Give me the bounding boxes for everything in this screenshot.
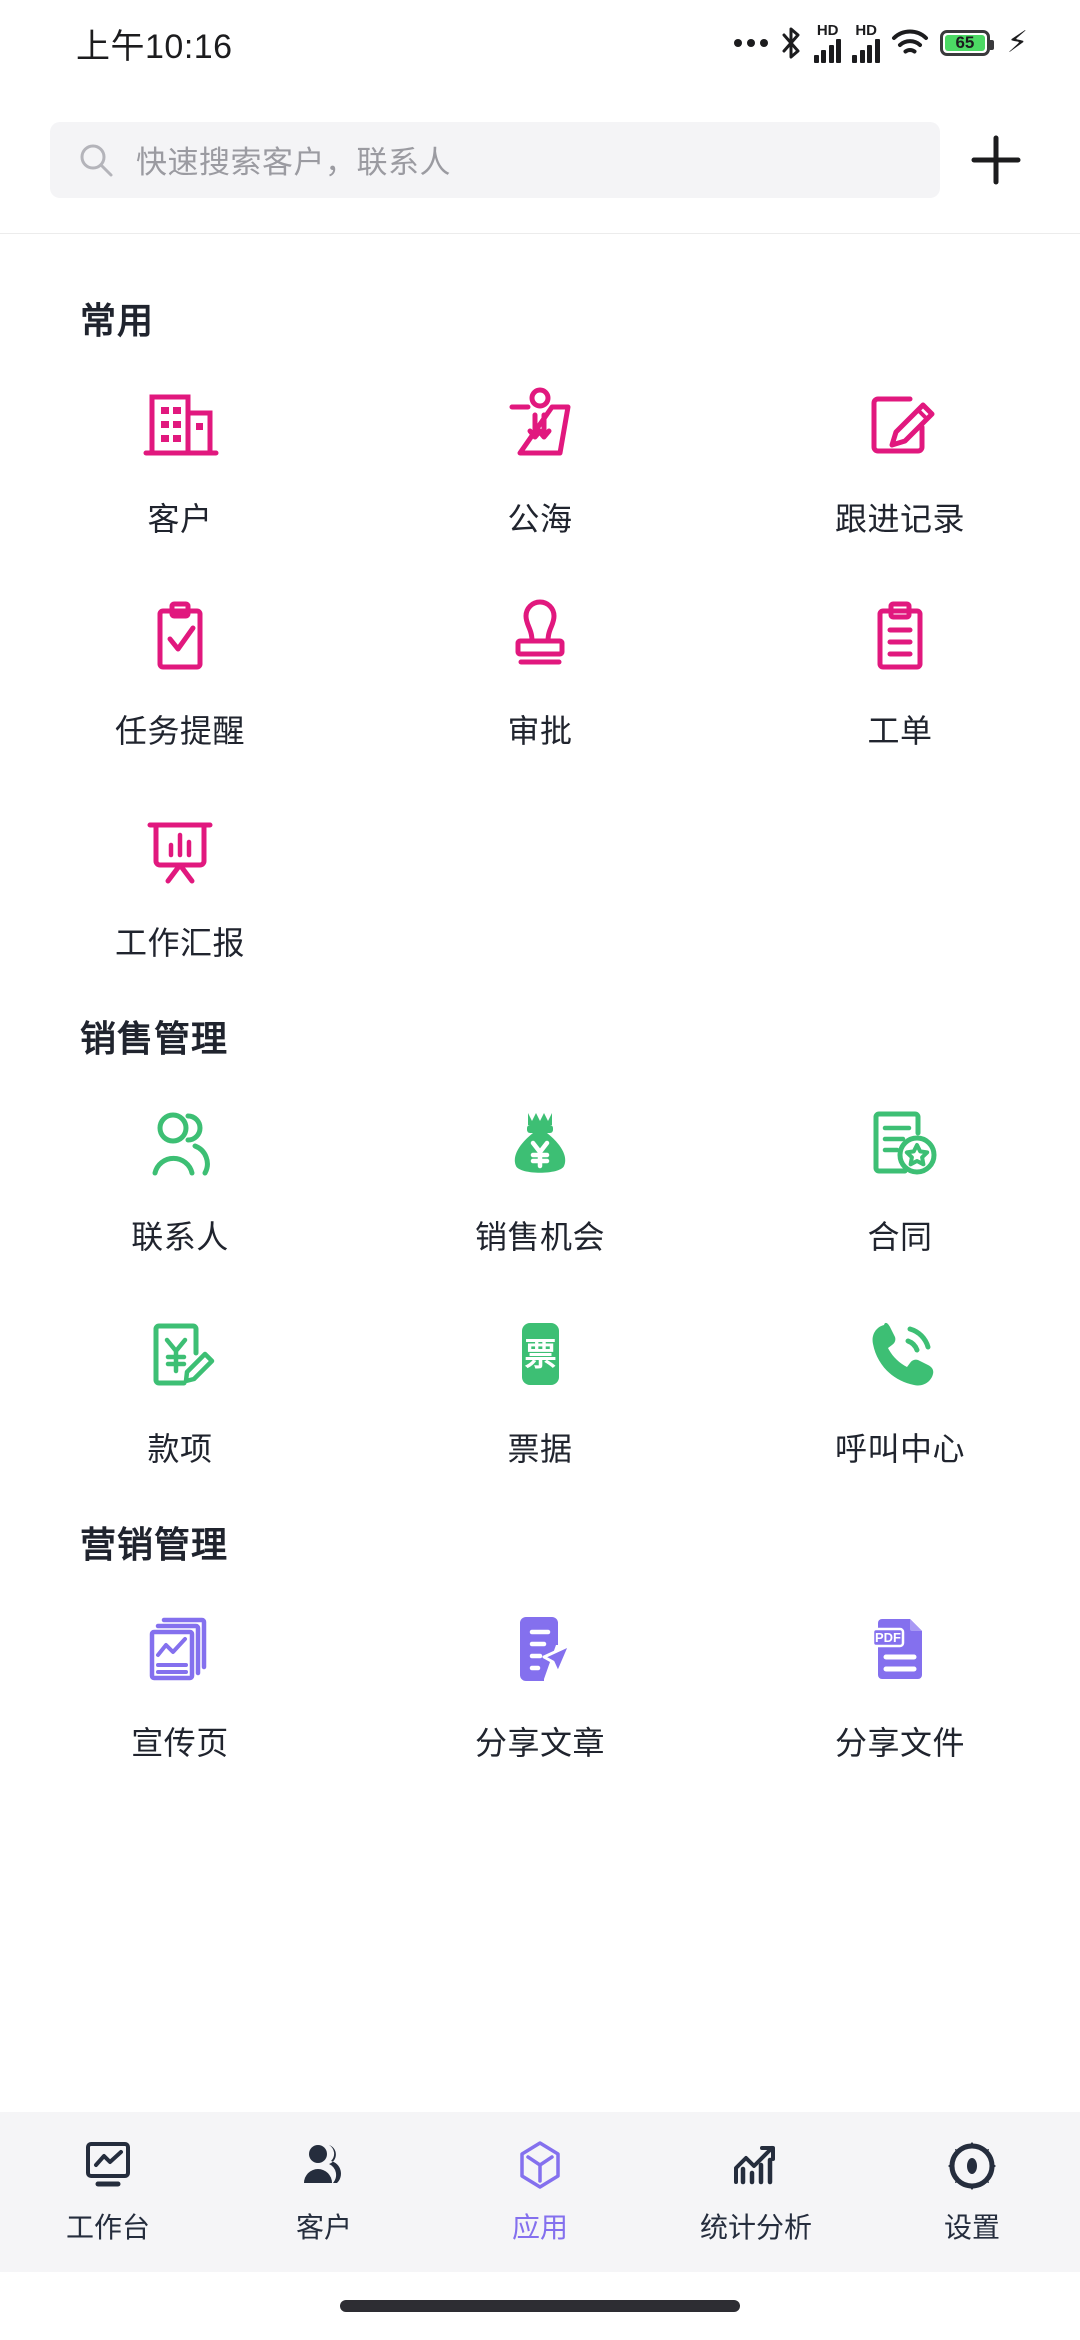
app-item-contract[interactable]: 合同 xyxy=(720,1062,1080,1258)
signal-hd-icon: HD xyxy=(813,22,842,63)
search-bar: 快速搜索客户，联系人 xyxy=(0,86,1080,234)
gear-icon xyxy=(948,2142,996,2190)
app-label: 公海 xyxy=(507,501,573,537)
bottom-navigation: 工作台 客户 应用 统计分析 设置 xyxy=(0,2112,1080,2272)
clipboard-lines-icon xyxy=(860,594,940,680)
clipboard-check-icon xyxy=(140,594,220,680)
grid-common: 客户 公海 跟进记录 任务提醒 审批 工单 工作汇报 xyxy=(0,344,1080,964)
dashboard-monitor-icon xyxy=(86,2142,130,2187)
app-item-work-order[interactable]: 工单 xyxy=(720,556,1080,752)
app-item-call-center[interactable]: 呼叫中心 xyxy=(720,1274,1080,1470)
apps-cube-icon xyxy=(520,2141,560,2189)
customers-people-icon xyxy=(304,2145,341,2183)
grid-sales: 联系人 销售机会 合同 款项 票 票据 呼叫中心 xyxy=(0,1062,1080,1470)
app-item-public-pool[interactable]: 公海 xyxy=(360,344,720,540)
battery-percent: 65 xyxy=(955,33,975,52)
app-item-share-file[interactable]: PDF 分享文件 xyxy=(720,1568,1080,1764)
bottom-navigation-wrap: 工作台 客户 应用 统计分析 设置 xyxy=(0,2112,1080,2340)
status-bar: 上午10:16 HD HD 65 ⚡ xyxy=(0,0,1080,86)
app-item-invoice[interactable]: 票 票据 xyxy=(360,1274,720,1470)
app-label: 客户 xyxy=(147,501,213,537)
app-label: 审批 xyxy=(507,713,573,749)
app-item-share-article[interactable]: 分享文章 xyxy=(360,1568,720,1764)
app-label: 宣传页 xyxy=(131,1725,229,1761)
share-article-icon xyxy=(500,1606,580,1692)
app-item-opportunity[interactable]: 销售机会 xyxy=(360,1062,720,1258)
app-sections: 常用 客户 公海 跟进记录 任务提醒 审批 工单 工作汇报 销售管理 联系人 销… xyxy=(0,234,1080,2112)
app-label: 呼叫中心 xyxy=(834,1431,965,1467)
search-placeholder: 快速搜索客户，联系人 xyxy=(136,145,451,180)
nav-label: 应用 xyxy=(511,2212,568,2243)
app-item-flyer[interactable]: 宣传页 xyxy=(0,1568,360,1764)
plus-icon xyxy=(971,135,1021,184)
section-title-marketing: 营销管理 xyxy=(80,1524,229,1565)
public-pool-icon xyxy=(500,382,580,468)
app-item-payment[interactable]: 款项 xyxy=(0,1274,360,1470)
nav-label: 设置 xyxy=(943,2212,1000,2243)
wifi-icon xyxy=(891,29,928,54)
search-input[interactable]: 快速搜索客户，联系人 xyxy=(50,121,940,198)
app-item-customers[interactable]: 客户 xyxy=(0,344,360,540)
svg-text:PDF: PDF xyxy=(875,1630,901,1645)
hd-label-1: HD xyxy=(816,22,839,39)
stamp-icon xyxy=(500,594,580,680)
app-label: 合同 xyxy=(867,1219,933,1255)
app-label: 分享文章 xyxy=(474,1725,605,1761)
app-item-task-reminder[interactable]: 任务提醒 xyxy=(0,556,360,752)
charging-bolt-icon: ⚡ xyxy=(1006,26,1028,59)
app-item-work-report[interactable]: 工作汇报 xyxy=(0,768,360,964)
bluetooth-icon xyxy=(782,27,800,59)
nav-item-workbench[interactable]: 工作台 xyxy=(0,2138,216,2246)
app-label: 票据 xyxy=(507,1431,573,1467)
section-title-common: 常用 xyxy=(80,300,155,341)
building-icon xyxy=(140,382,220,468)
app-label: 销售机会 xyxy=(474,1219,605,1255)
app-item-approval[interactable]: 审批 xyxy=(360,556,720,752)
nav-item-customers[interactable]: 客户 xyxy=(216,2138,432,2246)
hd-label-2: HD xyxy=(855,22,877,39)
invoice-icon: 票 xyxy=(500,1312,580,1398)
app-label: 联系人 xyxy=(131,1219,229,1255)
app-item-follow-up[interactable]: 跟进记录 xyxy=(720,344,1080,540)
section-marketing: 营销管理 宣传页 分享文章 PDF 分享文件 xyxy=(0,1516,1080,1764)
add-button[interactable] xyxy=(948,112,1044,208)
home-indicator[interactable] xyxy=(340,2300,740,2312)
section-sales: 销售管理 联系人 销售机会 合同 款项 票 票据 呼叫中心 xyxy=(0,1010,1080,1470)
svg-text:票: 票 xyxy=(524,1336,556,1372)
nav-item-settings[interactable]: 设置 xyxy=(864,2138,1080,2246)
pdf-file-icon: PDF xyxy=(860,1606,940,1692)
app-item-contacts[interactable]: 联系人 xyxy=(0,1062,360,1258)
app-screen: 上午10:16 HD HD 65 ⚡ 快速搜索客户，联系人 常用 客户 公海 跟… xyxy=(0,0,1080,2340)
status-icons: HD HD 65 ⚡ xyxy=(733,22,1028,63)
people-icon xyxy=(140,1100,220,1186)
grid-marketing: 宣传页 分享文章 PDF 分享文件 xyxy=(0,1568,1080,1764)
app-label: 款项 xyxy=(147,1431,213,1467)
flyer-chart-icon xyxy=(140,1606,220,1692)
section-title-sales: 销售管理 xyxy=(80,1018,229,1059)
nav-item-analytics[interactable]: 统计分析 xyxy=(648,2138,864,2246)
nav-label: 客户 xyxy=(295,2212,352,2243)
nav-label: 工作台 xyxy=(65,2212,150,2243)
payment-yen-edit-icon xyxy=(140,1312,220,1398)
section-common: 常用 客户 公海 跟进记录 任务提醒 审批 工单 工作汇报 xyxy=(0,292,1080,964)
status-time: 上午10:16 xyxy=(76,27,233,66)
edit-square-icon xyxy=(860,382,940,468)
nav-item-apps[interactable]: 应用 xyxy=(432,2138,648,2246)
contract-star-icon xyxy=(860,1100,940,1186)
battery-icon: 65 xyxy=(939,30,994,56)
dots-icon xyxy=(733,39,768,47)
search-icon xyxy=(80,144,113,176)
analytics-chart-icon xyxy=(734,2146,775,2185)
app-label: 分享文件 xyxy=(834,1725,965,1761)
app-label: 跟进记录 xyxy=(834,501,965,537)
presentation-chart-icon xyxy=(140,806,220,892)
signal-hd-icon: HD xyxy=(852,23,880,63)
app-label: 工作汇报 xyxy=(114,925,245,961)
app-label: 任务提醒 xyxy=(114,713,245,749)
app-label: 工单 xyxy=(867,713,933,749)
home-indicator-wrap xyxy=(0,2272,1080,2312)
nav-label: 统计分析 xyxy=(699,2212,812,2243)
money-bag-icon xyxy=(500,1100,580,1186)
phone-call-icon xyxy=(860,1312,940,1398)
